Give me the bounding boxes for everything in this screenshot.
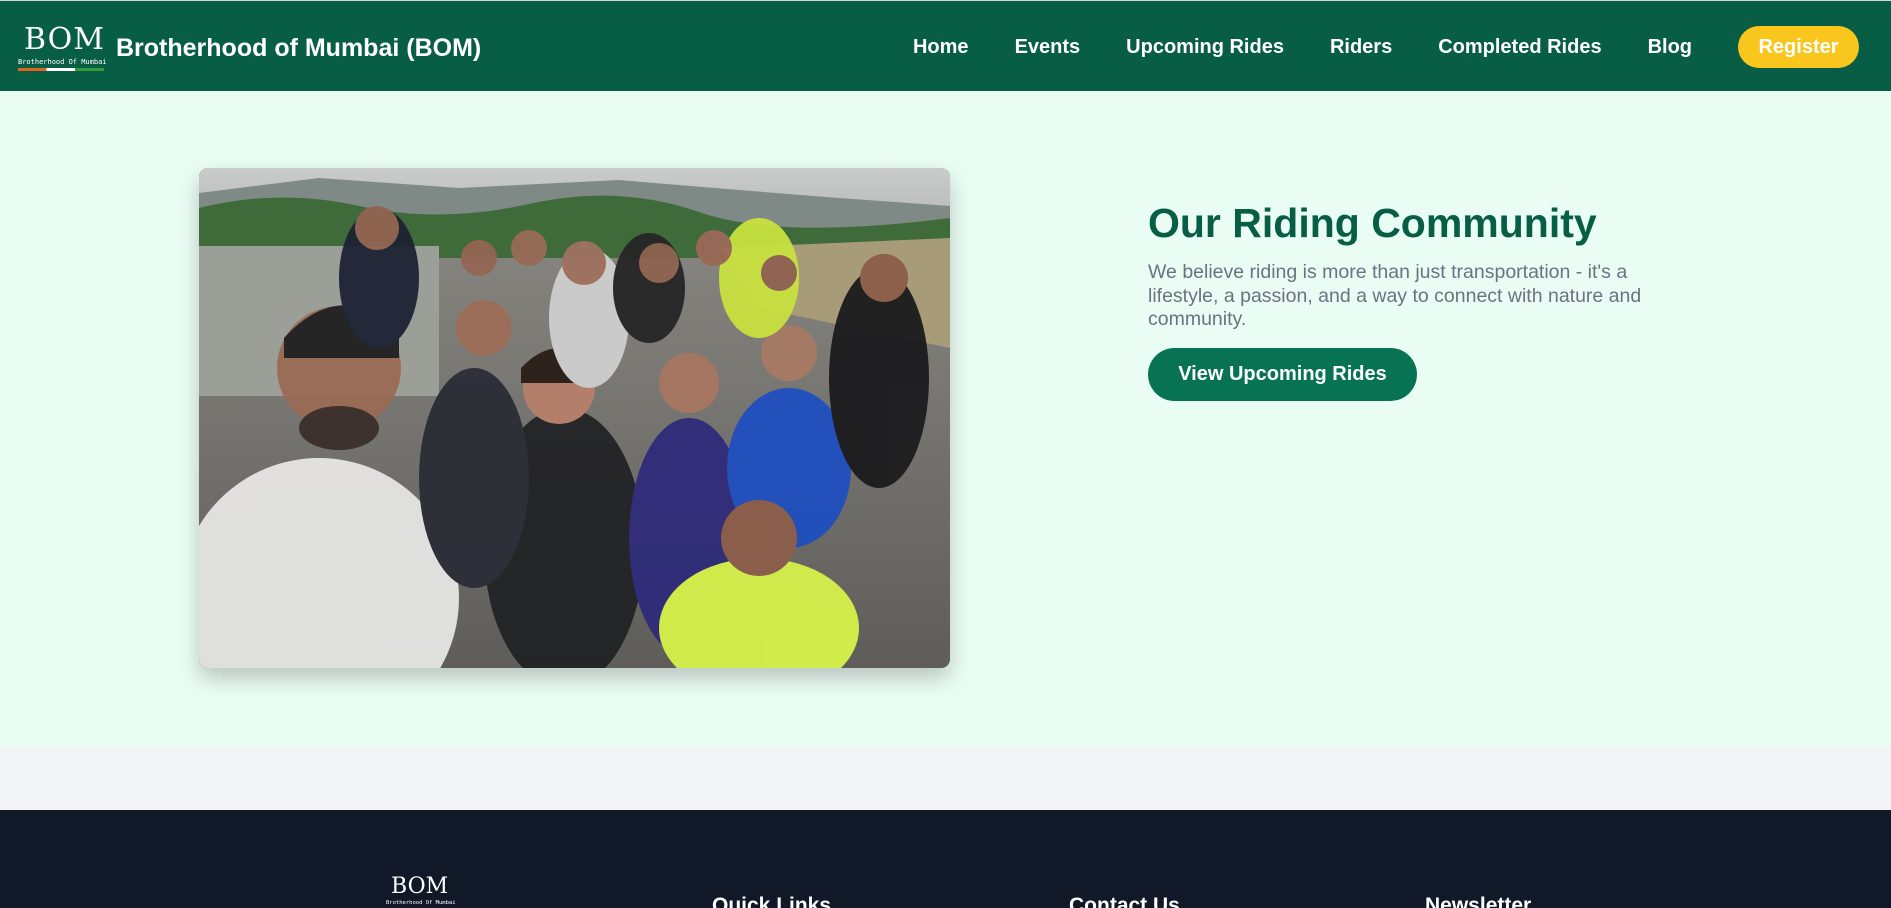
- footer-bom-logo[interactable]: BOM Brotherhood Of Mumbai: [386, 874, 456, 908]
- logo-tricolor-underline: [18, 68, 104, 71]
- community-group-photo: [199, 168, 950, 668]
- logo-subtext: Brotherhood Of Mumbai: [18, 58, 107, 66]
- section-title: Our Riding Community: [1148, 200, 1597, 246]
- site-footer: BOM Brotherhood Of Mumbai Quick Links Co…: [0, 810, 1891, 908]
- footer-heading-quick-links: Quick Links: [712, 894, 832, 908]
- footer-heading-newsletter: Newsletter: [1425, 894, 1532, 908]
- nav-upcoming-rides[interactable]: Upcoming Rides: [1126, 25, 1284, 69]
- nav-events[interactable]: Events: [1015, 25, 1081, 69]
- bom-logo[interactable]: BOM Brotherhood Of Mumbai: [18, 22, 107, 71]
- brand[interactable]: BOM Brotherhood Of Mumbai Brotherhood of…: [18, 22, 481, 71]
- main-nav: Home Events Upcoming Rides Riders Comple…: [913, 25, 1891, 69]
- site-header: BOM Brotherhood Of Mumbai Brotherhood of…: [0, 0, 1891, 91]
- section-divider-strip: [0, 747, 1891, 810]
- footer-logo-subtext: Brotherhood Of Mumbai: [386, 900, 456, 906]
- logo-wordmark: BOM: [24, 22, 105, 57]
- community-section: Our Riding Community We believe riding i…: [0, 91, 1891, 747]
- community-text-block: Our Riding Community We believe riding i…: [1148, 199, 1678, 401]
- footer-heading-contact-us: Contact Us: [1069, 894, 1180, 908]
- register-button[interactable]: Register: [1738, 26, 1859, 68]
- view-upcoming-rides-button[interactable]: View Upcoming Rides: [1148, 347, 1417, 401]
- section-description: We believe riding is more than just tran…: [1148, 261, 1642, 330]
- footer-logo-wordmark: BOM: [391, 874, 449, 899]
- nav-blog[interactable]: Blog: [1648, 25, 1692, 69]
- nav-riders[interactable]: Riders: [1330, 25, 1392, 69]
- nav-completed-rides[interactable]: Completed Rides: [1438, 25, 1601, 69]
- site-title[interactable]: Brotherhood of Mumbai (BOM): [116, 25, 481, 71]
- nav-home[interactable]: Home: [913, 25, 969, 69]
